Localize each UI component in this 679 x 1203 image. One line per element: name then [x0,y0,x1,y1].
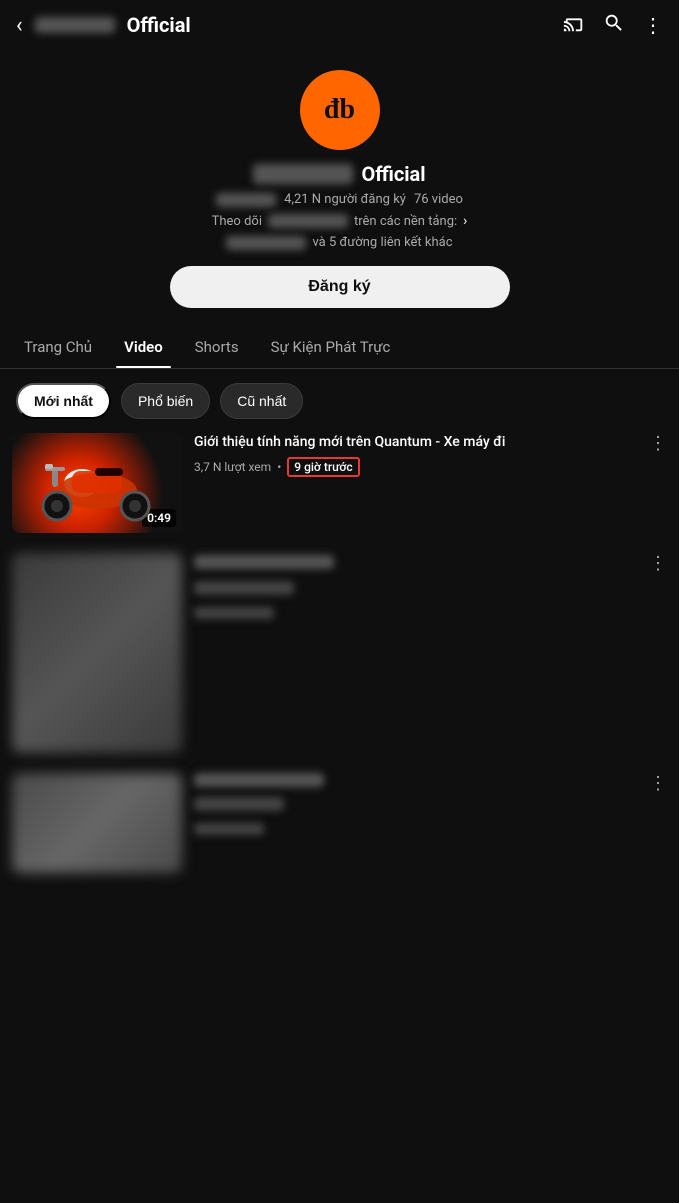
filter-row: Mới nhất Phổ biến Cũ nhất [0,369,679,433]
channel-handle-blur [216,193,276,207]
video-list: 0:49 ⋮ Giới thiệu tính năng mới trên Qua… [0,433,679,873]
links-blur [226,236,306,250]
header: ‹ Official ⋮ [0,0,679,50]
video-item-3: ⋮ [12,773,667,873]
tab-trang-chu[interactable]: Trang Chủ [8,326,108,368]
avatar-text: đb [324,94,355,126]
tabs-container: Trang Chủ Video Shorts Sự Kiện Phát Trực [0,326,679,369]
tab-video[interactable]: Video [108,326,179,368]
filter-oldest[interactable]: Cũ nhất [220,383,303,419]
thumbnail-2-blur[interactable] [12,553,182,753]
follow-chevron-icon[interactable]: › [463,213,467,229]
filter-newest[interactable]: Mới nhất [16,383,111,419]
thumbnail-1[interactable]: 0:49 [12,433,182,533]
follow-platform-blur [268,214,348,228]
thumbnail-3-blur[interactable] [12,773,182,873]
video-info-3: ⋮ [194,773,667,835]
video-more-icon-1[interactable]: ⋮ [649,433,667,454]
profile-section: đb Official 4,21 N người đăng ký 76 vide… [0,50,679,326]
follow-suffix: trên các nền tảng: [354,214,457,229]
video-more-icon-2[interactable]: ⋮ [649,553,667,574]
links-row: và 5 đường liên kết khác [226,235,452,250]
video-title-blur-3b [194,797,284,811]
video-title-blur-2 [194,555,334,569]
video-meta-blur-2 [194,607,274,619]
avatar: đb [300,70,380,150]
links-text: và 5 đường liên kết khác [312,235,452,250]
thumbnail-wrapper-3 [12,773,182,873]
subscribe-button[interactable]: Đăng ký [170,266,510,308]
cast-icon[interactable] [563,12,585,38]
channel-name-blur [253,164,353,184]
video-count: 76 video [414,192,463,207]
header-title: Official [127,13,191,37]
meta-separator-1: • [277,460,281,474]
channel-name-official: Official [361,162,425,186]
video-title-1[interactable]: Giới thiệu tính năng mới trên Quantum - … [194,433,667,453]
header-left: ‹ Official [16,13,191,38]
back-button[interactable]: ‹ [16,13,23,38]
video-title-blur-3 [194,773,324,787]
filter-popular[interactable]: Phổ biến [121,383,210,419]
follow-row: Theo dõi trên các nền tảng: › [212,213,468,229]
video-item-1: 0:49 ⋮ Giới thiệu tính năng mới trên Qua… [12,433,667,533]
more-icon[interactable]: ⋮ [643,13,663,37]
follow-prefix: Theo dõi [212,214,262,229]
channel-name-row: Official [253,162,425,186]
video-meta-1: 3,7 N lượt xem • 9 giờ trước [194,457,667,477]
video-title-blur-2b [194,581,294,595]
search-icon[interactable] [603,12,625,38]
thumbnail-wrapper-2 [12,553,182,753]
video-info-2: ⋮ [194,553,667,619]
video-time-1: 9 giờ trước [287,457,359,477]
video-views-1: 3,7 N lượt xem [194,460,271,474]
subscriber-count: 4,21 N người đăng ký [284,192,406,207]
header-channel-blur [35,17,115,33]
channel-stats: 4,21 N người đăng ký 76 video [216,192,463,207]
tab-shorts[interactable]: Shorts [179,326,255,368]
tab-su-kien[interactable]: Sự Kiện Phát Trực [255,326,407,368]
video-item-2: ⋮ [12,553,667,753]
video-info-1: ⋮ Giới thiệu tính năng mới trên Quantum … [194,433,667,477]
video-more-icon-3[interactable]: ⋮ [649,773,667,794]
thumbnail-wrapper-1: 0:49 [12,433,182,533]
header-right: ⋮ [563,12,663,38]
video-meta-blur-3 [194,823,264,835]
